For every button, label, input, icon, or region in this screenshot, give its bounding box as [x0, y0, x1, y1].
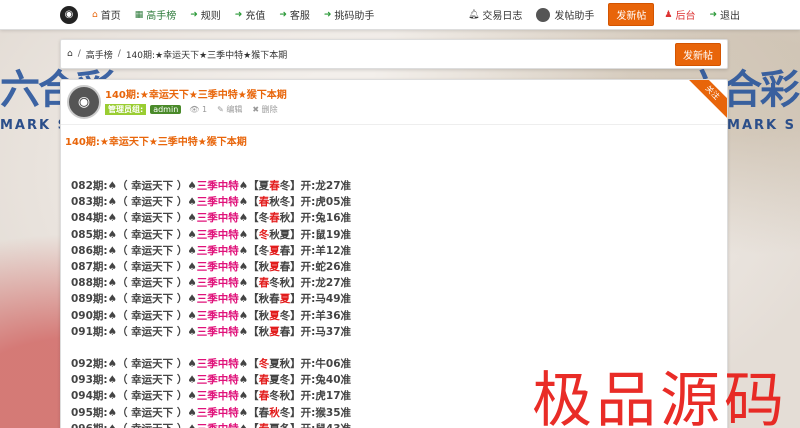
nav-item-label: 客服: [289, 11, 310, 22]
nav-item-label: 规则: [200, 11, 221, 22]
nav-right: 🔔︎ 交易日志 发帖助手 发新帖 ♟ 后台 ➜ 退出: [468, 3, 740, 26]
edit-icon: ✎: [217, 105, 224, 114]
background-logo-right-sub: MARK S: [727, 118, 796, 133]
admin-label: 后台: [675, 11, 696, 22]
helper-avatar: [536, 7, 551, 22]
post-meta: 管理员组: admin 👁︎ 1 ✎ 编辑 ✖ 删除: [105, 104, 288, 115]
breadcrumb-item-current: 140期:★幸运天下★三季中特★猴下本期: [125, 50, 288, 61]
users-icon: ♟: [664, 9, 673, 20]
background-logo-left-sub: MARK S: [0, 118, 69, 133]
prediction-row: 087期:♠（ 幸运天下 ）♠三季中特♠【秋夏春】开:蛇26准: [71, 261, 351, 274]
post-helper-link[interactable]: 发帖助手: [536, 7, 594, 22]
home-icon: ⌂: [92, 9, 98, 20]
logout-label: 退出: [720, 11, 740, 22]
nav-menu: ⌂ 首页 ▦ 高手榜 ➜ 规则 ➜ 充值 ➜ 客服 ➜ 挑码助手: [92, 7, 388, 23]
nav-item-label: 高手榜: [146, 11, 177, 22]
post-helper-label: 发帖助手: [554, 11, 595, 22]
nav-item-2[interactable]: ➜ 规则: [190, 7, 221, 23]
home-icon[interactable]: ⌂: [67, 49, 73, 59]
follow-ribbon[interactable]: 关注: [682, 80, 727, 123]
eye-icon: 👁︎: [189, 105, 200, 114]
nav-item-5[interactable]: ➜ 挑码助手: [323, 7, 375, 23]
arrow-icon: ➜: [279, 9, 287, 20]
new-post-button[interactable]: 发新帖: [608, 3, 655, 26]
prediction-row: 089期:♠（ 幸运天下 ）♠三季中特♠【秋春夏】开:马49准: [71, 293, 351, 306]
prediction-row: 083期:♠（ 幸运天下 ）♠三季中特♠【春秋冬】开:虎05准: [71, 196, 351, 209]
trade-log-label: 交易日志: [482, 11, 523, 22]
post-title[interactable]: 140期:★幸运天下★三季中特★猴下本期: [105, 86, 287, 101]
grid-icon: ▦: [134, 9, 144, 20]
prediction-row: 086期:♠（ 幸运天下 ）♠三季中特♠【冬夏春】开:羊12准: [71, 244, 351, 257]
edit-link[interactable]: ✎ 编辑: [217, 104, 242, 115]
body-title: 140期:★幸运天下★三季中特★猴下本期: [65, 137, 247, 148]
trade-log-link[interactable]: 🔔︎ 交易日志: [467, 7, 523, 23]
arrow-icon: ➜: [190, 9, 198, 20]
prediction-row: 088期:♠（ 幸运天下 ）♠三季中特♠【春冬秋】开:龙27准: [71, 277, 351, 290]
breadcrumb-new-post-button[interactable]: 发新帖: [675, 42, 721, 66]
prediction-list-a: 082期:♠（ 幸运天下 ）♠三季中特♠【夏春冬】开:龙27准 083期:♠（ 幸…: [65, 178, 723, 340]
arrow-icon: ➜: [323, 9, 332, 20]
prediction-row: 084期:♠（ 幸运天下 ）♠三季中特♠【冬春秋】开:兔16准: [71, 212, 351, 225]
nav-item-0[interactable]: ⌂ 首页: [92, 7, 121, 23]
view-count: 👁︎ 1: [189, 105, 208, 114]
site-logo[interactable]: ◉: [60, 5, 78, 24]
breadcrumb: ⌂ / 高手榜 / 140期:★幸运天下★三季中特★猴下本期 发新帖: [60, 39, 728, 69]
prediction-row: 090期:♠（ 幸运天下 ）♠三季中特♠【秋夏冬】开:羊36准: [71, 309, 351, 322]
breadcrumb-item-board[interactable]: 高手榜: [86, 48, 113, 61]
author-name[interactable]: admin: [150, 105, 182, 114]
nav-item-1[interactable]: ▦ 高手榜: [134, 7, 177, 23]
top-navbar: ◉ ⌂ 首页 ▦ 高手榜 ➜ 规则 ➜ 充值 ➜ 客服 ➜ 挑码助手 🔔︎ 交易日志 发帖助手 发新帖…: [0, 0, 800, 30]
nav-item-4[interactable]: ➜ 客服: [279, 7, 310, 23]
nav-item-label: 充值: [245, 11, 266, 22]
watermark-text: 极品源码: [532, 366, 788, 428]
post-header: ◉ 140期:★幸运天下★三季中特★猴下本期 管理员组: admin 👁︎ 1 …: [61, 80, 727, 125]
close-icon: ✖: [252, 105, 260, 114]
nav-item-label: 挑码助手: [334, 11, 375, 22]
delete-link[interactable]: ✖ 删除: [252, 104, 277, 115]
author-avatar[interactable]: ◉: [67, 85, 101, 119]
nav-item-label: 首页: [100, 11, 121, 22]
arrow-icon: ➜: [234, 9, 243, 20]
admin-link[interactable]: ♟ 后台: [664, 7, 696, 23]
logout-icon: ➜: [709, 9, 717, 20]
nav-item-3[interactable]: ➜ 充值: [234, 7, 266, 23]
role-badge: 管理员组:: [105, 104, 147, 115]
prediction-row: 082期:♠（ 幸运天下 ）♠三季中特♠【夏春冬】开:龙27准: [71, 180, 351, 192]
bell-icon: 🔔︎: [467, 9, 480, 20]
prediction-row: 085期:♠（ 幸运天下 ）♠三季中特♠【冬秋夏】开:鼠19准: [71, 228, 351, 241]
prediction-row: 091期:♠（ 幸运天下 ）♠三季中特♠【秋夏春】开:马37准: [71, 325, 351, 338]
logout-link[interactable]: ➜ 退出: [709, 7, 740, 23]
